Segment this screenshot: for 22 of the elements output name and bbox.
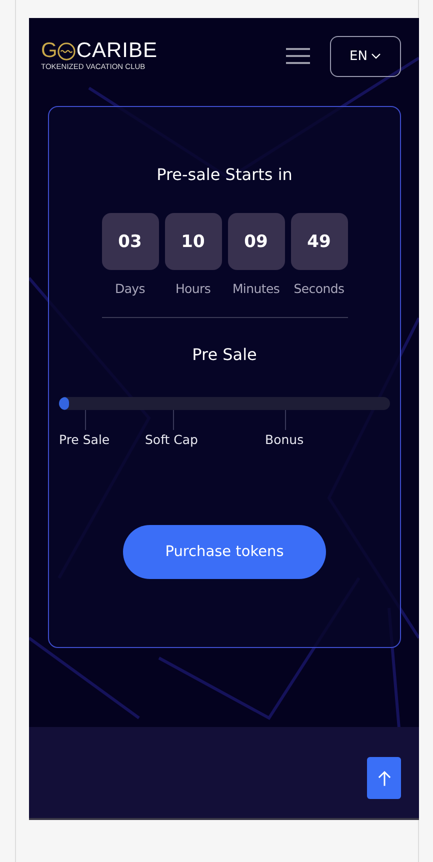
countdown-label: Seconds bbox=[294, 281, 344, 296]
countdown-value: 09 bbox=[228, 213, 284, 270]
countdown-value: 49 bbox=[290, 213, 348, 270]
countdown-label: Minutes bbox=[232, 281, 280, 296]
caret-icon bbox=[371, 53, 382, 59]
countdown-value: 03 bbox=[102, 213, 158, 270]
milestone-label: Bonus bbox=[265, 432, 304, 447]
arrow-up-icon bbox=[378, 770, 390, 786]
countdown-label: Hours bbox=[175, 281, 211, 296]
sale-title: Pre Sale bbox=[192, 345, 257, 364]
countdown-value: 10 bbox=[164, 213, 222, 270]
countdown-title: Pre-sale Starts in bbox=[156, 165, 292, 184]
countdown-label: Days bbox=[115, 281, 145, 296]
logo-text: G bbox=[41, 41, 58, 61]
language-button[interactable]: EN bbox=[330, 36, 401, 76]
purchase-button[interactable]: Purchase tokens bbox=[123, 525, 326, 579]
scroll-top-button[interactable] bbox=[367, 757, 401, 799]
milestone-label: Soft Cap bbox=[145, 432, 198, 447]
milestone-label: Pre Sale bbox=[59, 432, 110, 447]
logo-text: CARIBE bbox=[76, 41, 158, 61]
wave-circle-icon bbox=[57, 42, 76, 60]
menu-icon[interactable] bbox=[286, 48, 310, 64]
